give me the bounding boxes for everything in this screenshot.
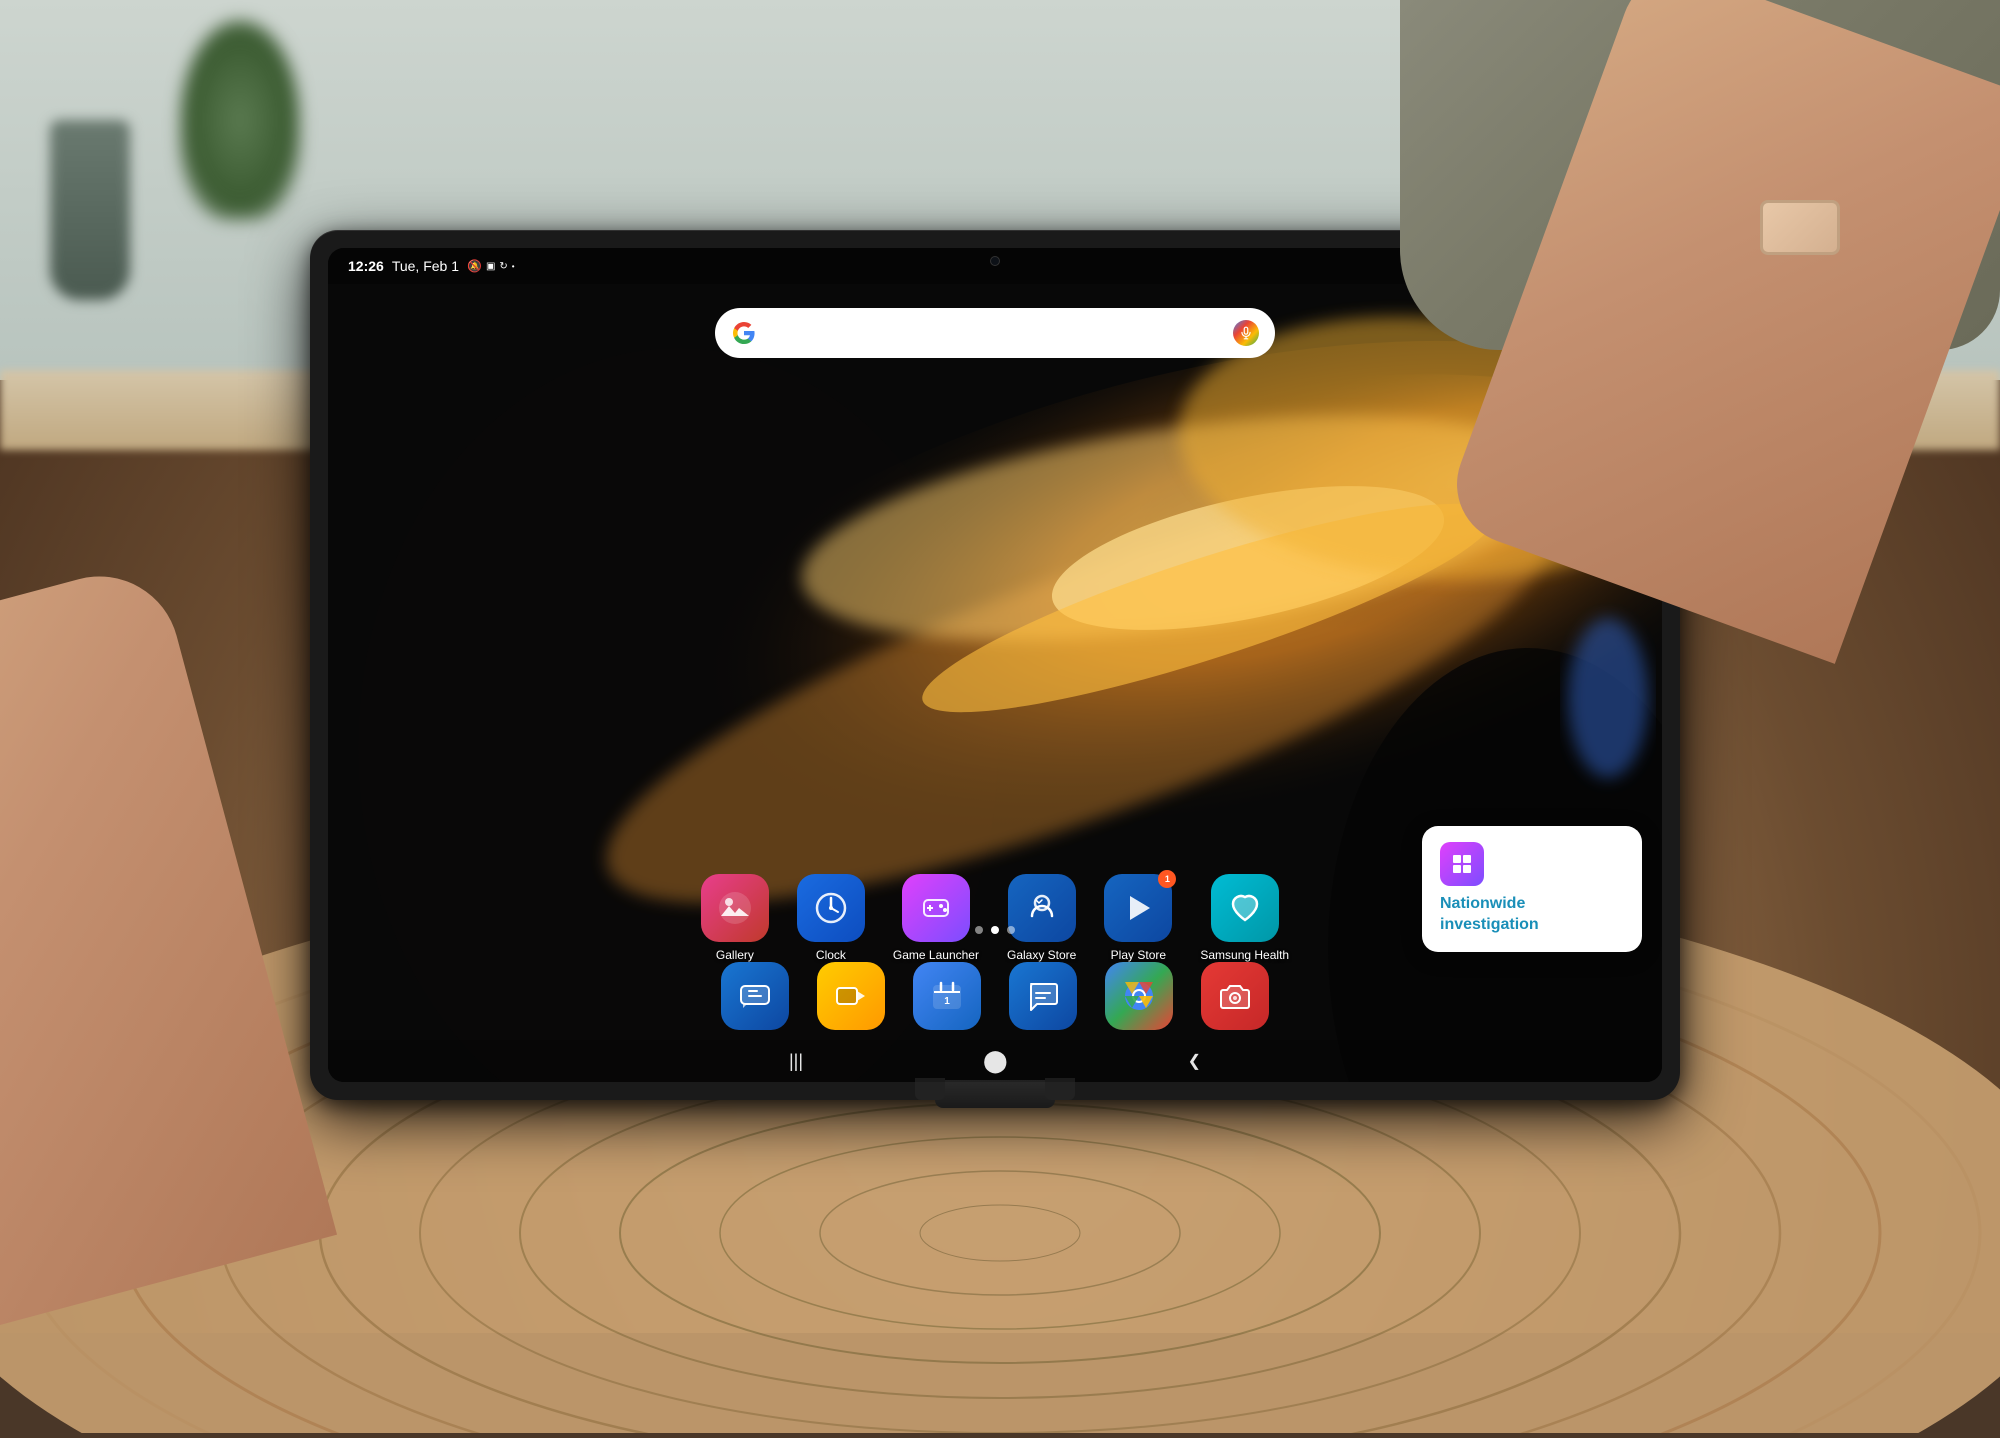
app-samsung-health[interactable]: Samsung Health: [1200, 874, 1289, 962]
mic-icon[interactable]: [1233, 320, 1259, 346]
sms-icon: [1009, 962, 1077, 1030]
galaxy-store-label: Galaxy Store: [1007, 948, 1076, 962]
front-camera: [990, 256, 1000, 266]
app-video[interactable]: [817, 962, 885, 1030]
dnd-icon: 🔕: [467, 259, 482, 273]
app-sms[interactable]: [1009, 962, 1077, 1030]
search-input[interactable]: [767, 308, 1223, 358]
search-bar[interactable]: [715, 308, 1275, 358]
app-messages-b[interactable]: [721, 962, 789, 1030]
app-camera[interactable]: [1201, 962, 1269, 1030]
status-icons: 🔕 ▣ ↻ •: [467, 259, 515, 273]
clock-label: Clock: [816, 948, 846, 962]
background-vase: [50, 120, 130, 300]
app-game-launcher[interactable]: Game Launcher: [893, 874, 979, 962]
tablet-body: 12:26 Tue, Feb 1 🔕 ▣ ↻ • 📶 🔋 79%: [310, 230, 1680, 1100]
dot-3: [1007, 926, 1015, 934]
samsung-health-icon: [1211, 874, 1279, 942]
status-time: 12:26: [348, 258, 384, 274]
status-date: Tue, Feb 1: [392, 258, 459, 274]
notification-popup[interactable]: Nationwide investigation: [1422, 826, 1642, 952]
nav-home[interactable]: ⬤: [983, 1048, 1008, 1074]
samsung-health-label: Samsung Health: [1200, 948, 1289, 962]
app-play-store[interactable]: 1 Play Store: [1104, 874, 1172, 962]
tablet-screen[interactable]: 12:26 Tue, Feb 1 🔕 ▣ ↻ • 📶 🔋 79%: [328, 248, 1662, 1082]
background-plant-left: [180, 20, 300, 220]
play-store-icon: 1: [1104, 874, 1172, 942]
gallery-label: Gallery: [716, 948, 754, 962]
nav-recents[interactable]: |||: [789, 1051, 803, 1072]
galaxy-store-icon: [1008, 874, 1076, 942]
status-bar-left: 12:26 Tue, Feb 1 🔕 ▣ ↻ •: [348, 258, 515, 274]
app-calendar[interactable]: 1: [913, 962, 981, 1030]
app-row-2: 1: [328, 962, 1662, 1030]
camera-icon: [1201, 962, 1269, 1030]
screenshot-icon: ▣: [486, 261, 495, 272]
google-logo: [731, 320, 757, 346]
app-gallery[interactable]: Gallery: [701, 874, 769, 962]
sync-icon: ↻: [499, 261, 507, 272]
calendar-icon: 1: [913, 962, 981, 1030]
app-chrome[interactable]: [1105, 962, 1173, 1030]
notification-text: Nationwide investigation: [1440, 895, 1539, 933]
dot-icon: •: [512, 262, 515, 271]
game-launcher-icon: [902, 874, 970, 942]
watch: [1760, 200, 1840, 255]
tablet-stand: [935, 1080, 1055, 1108]
notification-app-icon: [1440, 842, 1484, 886]
clock-icon: [797, 874, 865, 942]
app-galaxy-store[interactable]: Galaxy Store: [1007, 874, 1076, 962]
dot-2: [991, 926, 999, 934]
messages-b-icon: [721, 962, 789, 1030]
svg-text:1: 1: [944, 996, 950, 1007]
tablet: 12:26 Tue, Feb 1 🔕 ▣ ↻ • 📶 🔋 79%: [310, 230, 1680, 1100]
play-store-badge: 1: [1158, 870, 1176, 888]
page-dots: [975, 926, 1015, 934]
dot-1: [975, 926, 983, 934]
nav-back[interactable]: ❮: [1188, 1051, 1201, 1071]
game-launcher-label: Game Launcher: [893, 948, 979, 962]
gallery-icon: [701, 874, 769, 942]
play-store-label: Play Store: [1111, 948, 1166, 962]
chrome-icon: [1105, 962, 1173, 1030]
video-icon: [817, 962, 885, 1030]
app-clock[interactable]: Clock: [797, 874, 865, 962]
nav-bar: ||| ⬤ ❮: [328, 1040, 1662, 1082]
